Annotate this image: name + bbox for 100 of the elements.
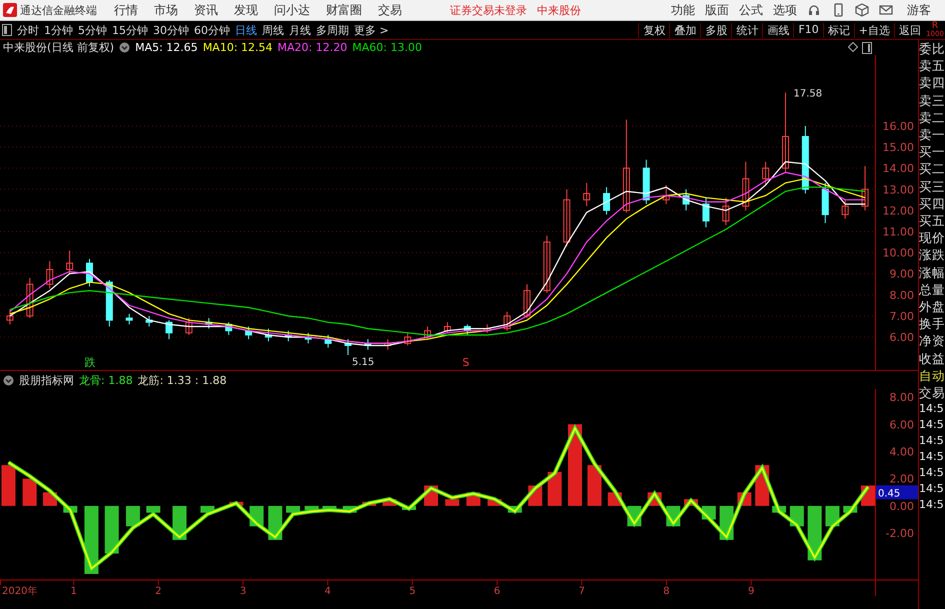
period-tab[interactable]: 分时: [16, 22, 40, 38]
menu-item[interactable]: 公式: [739, 2, 763, 18]
logo-icon: [3, 3, 17, 17]
candlestick: [404, 332, 412, 346]
axis-label: 8.00: [890, 391, 914, 404]
quote-label: 现价: [919, 229, 945, 246]
notice-text[interactable]: 证券交易未登录: [450, 2, 527, 18]
indicator-title: 股朋指标网: [19, 372, 74, 388]
axis-label: 11.00: [882, 226, 914, 238]
current-value-marker: [876, 485, 918, 500]
quote-label: 自动: [919, 366, 945, 384]
bar: [588, 465, 602, 506]
notice-text[interactable]: 中来股份: [537, 2, 581, 18]
candlestick: [862, 166, 869, 211]
year-label: 2020年: [2, 586, 38, 596]
panel-icon[interactable]: [862, 42, 872, 54]
cube-icon[interactable]: [855, 3, 869, 17]
candlestick: [424, 326, 432, 340]
signal-label: S: [462, 356, 470, 369]
axis-label: 14.00: [882, 162, 914, 176]
panel-toggle-icon[interactable]: [2, 24, 12, 36]
period-tab[interactable]: 日线: [234, 22, 258, 38]
time-axis-label: 9: [748, 586, 754, 596]
period-tab[interactable]: 15分钟: [111, 22, 149, 38]
menu-item[interactable]: 发现: [234, 2, 258, 18]
user-label[interactable]: 游客: [907, 2, 931, 18]
time-axis-label: 7: [578, 586, 585, 596]
quote-label: 外盘: [919, 298, 945, 316]
time-axis-label: 5: [409, 586, 416, 596]
toolbar-button[interactable]: 复权: [638, 22, 670, 38]
bar: [1, 465, 16, 506]
trade-time: 14:5: [919, 449, 945, 466]
ma-value: MA60: 13.00: [352, 41, 422, 54]
axis-label: -2.00: [886, 527, 914, 540]
menu-item[interactable]: 版面: [705, 2, 729, 18]
headset-icon[interactable]: [807, 3, 821, 17]
menu-item[interactable]: 资讯: [194, 2, 218, 18]
axis-label: 6.00: [890, 418, 914, 432]
axis-label: 0.00: [890, 500, 914, 513]
candlestick: [762, 161, 770, 186]
axis-label: 7.00: [890, 310, 914, 323]
menu-item[interactable]: 问小达: [274, 2, 310, 18]
axis-label: 8.00: [890, 288, 914, 302]
chevron-down-icon[interactable]: [3, 374, 14, 386]
quote-label: 买三: [919, 178, 945, 195]
menu-item[interactable]: 功能: [671, 2, 695, 18]
toolbar-button[interactable]: +自选: [854, 22, 894, 38]
quote-label: 卖三: [919, 92, 945, 109]
axis-label: 16.00: [882, 120, 914, 133]
corner-label: R: [932, 22, 938, 30]
period-tab[interactable]: 60分钟: [193, 22, 231, 38]
indicator-value: 龙骨: 1.88: [79, 372, 133, 388]
bar: [445, 499, 460, 506]
period-tab[interactable]: 多周期: [315, 22, 350, 38]
trade-time: 14:5: [919, 465, 945, 482]
menu-item[interactable]: 选项: [773, 2, 797, 18]
quote-label: 换手: [919, 315, 945, 332]
mail-icon[interactable]: [879, 3, 893, 17]
axis-label: 9.00: [890, 268, 914, 281]
ma-value: MA5: 12.65: [135, 41, 198, 54]
trade-time: 14:5: [919, 481, 945, 498]
axis-label: 15.00: [882, 141, 914, 154]
diamond-icon[interactable]: [848, 42, 858, 52]
toolbar-button[interactable]: 标记: [822, 22, 854, 38]
candlestick: [523, 284, 530, 319]
quote-label: 买四: [919, 194, 945, 212]
toolbar-button[interactable]: 返回: [894, 22, 925, 38]
candlestick: [662, 184, 670, 205]
period-tab[interactable]: 月线: [288, 22, 312, 38]
candlestick: [185, 318, 192, 336]
time-axis-label: 8: [663, 586, 670, 596]
trade-time: 14:5: [919, 417, 945, 434]
axis-label: 2.00: [890, 472, 914, 486]
time-axis-label: 2: [155, 586, 162, 596]
chevron-down-icon[interactable]: [119, 42, 130, 53]
time-axis-label: 1: [70, 586, 77, 596]
toolbar-button[interactable]: 多股: [700, 22, 732, 38]
period-tab[interactable]: 5分钟: [77, 22, 108, 38]
menu-item[interactable]: 财富圈: [326, 2, 362, 18]
quote-label: 委比: [919, 40, 945, 58]
period-tab[interactable]: 更多 >: [353, 22, 390, 38]
quote-label: 收益: [919, 350, 945, 367]
toolbar-button[interactable]: F10: [793, 22, 823, 38]
menu-item[interactable]: 行情: [114, 2, 138, 18]
candlestick: [583, 182, 590, 207]
toolbar-button[interactable]: 画线: [762, 22, 794, 38]
menu-item[interactable]: 交易: [378, 2, 402, 18]
period-tab[interactable]: 30分钟: [152, 22, 190, 38]
trade-time: 14:5: [919, 433, 945, 450]
toolbar-button[interactable]: 叠加: [669, 22, 700, 38]
quote-label: 买二: [919, 160, 945, 178]
app-title: 通达信金融终端: [20, 2, 97, 18]
quote-label: 卖一: [919, 126, 945, 144]
chart-title: 中来股份(日线 前复权): [3, 40, 114, 55]
toolbar-button[interactable]: 统计: [731, 22, 762, 38]
quote-label: 卖四: [919, 74, 945, 92]
ma-value: MA20: 12.20: [278, 41, 348, 54]
menu-item[interactable]: 市场: [154, 2, 178, 18]
period-tab[interactable]: 1分钟: [43, 22, 74, 38]
period-tab[interactable]: 周线: [261, 22, 285, 38]
